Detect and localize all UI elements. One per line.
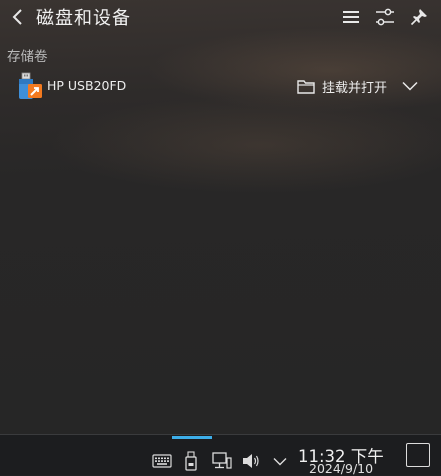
device-row[interactable]: HP USB20FD 挂载并打开: [0, 68, 441, 104]
mount-and-open-button[interactable]: 挂载并打开: [297, 74, 387, 98]
hamburger-menu-icon: [343, 11, 359, 23]
network-tray-button[interactable]: [212, 451, 232, 471]
device-name: HP USB20FD: [47, 78, 127, 93]
chevron-down-icon: [273, 457, 287, 465]
active-applet-indicator: [172, 436, 212, 439]
chevron-down-icon: [402, 81, 418, 91]
header-actions: [337, 3, 433, 31]
mount-and-open-label: 挂载并打开: [322, 80, 388, 96]
usb-drive-icon: [16, 71, 44, 101]
section-label-storage: 存储卷: [7, 49, 48, 65]
show-desktop-button[interactable]: [406, 443, 430, 467]
pin-icon: [410, 9, 427, 26]
back-button[interactable]: [4, 3, 32, 31]
popup-header: 磁盘和设备: [0, 0, 441, 34]
expand-device-button[interactable]: [398, 74, 422, 98]
show-hidden-icons-button[interactable]: [270, 451, 290, 471]
chevron-left-icon: [12, 9, 22, 25]
pin-button[interactable]: [405, 3, 433, 31]
menu-button[interactable]: [337, 3, 365, 31]
volume-tray-button[interactable]: [241, 451, 261, 471]
usb-device-icon: [185, 451, 197, 471]
configure-button[interactable]: [371, 3, 399, 31]
popup-title: 磁盘和设备: [36, 8, 131, 29]
input-method-tray-button[interactable]: [152, 451, 172, 471]
folder-icon: [297, 79, 315, 94]
disks-devices-tray-button[interactable]: [181, 451, 201, 471]
volume-icon: [243, 454, 259, 468]
settings-sliders-icon: [376, 8, 394, 26]
disks-and-devices-popup: 磁盘和设备 存储卷 HP USB20FD 挂载并打开: [0, 0, 441, 434]
keyboard-icon: [152, 454, 172, 468]
network-icon: [212, 452, 232, 469]
taskbar: 11:32 下午 2024/9/10: [0, 434, 441, 476]
clock-date[interactable]: 2024/9/10: [309, 461, 373, 476]
